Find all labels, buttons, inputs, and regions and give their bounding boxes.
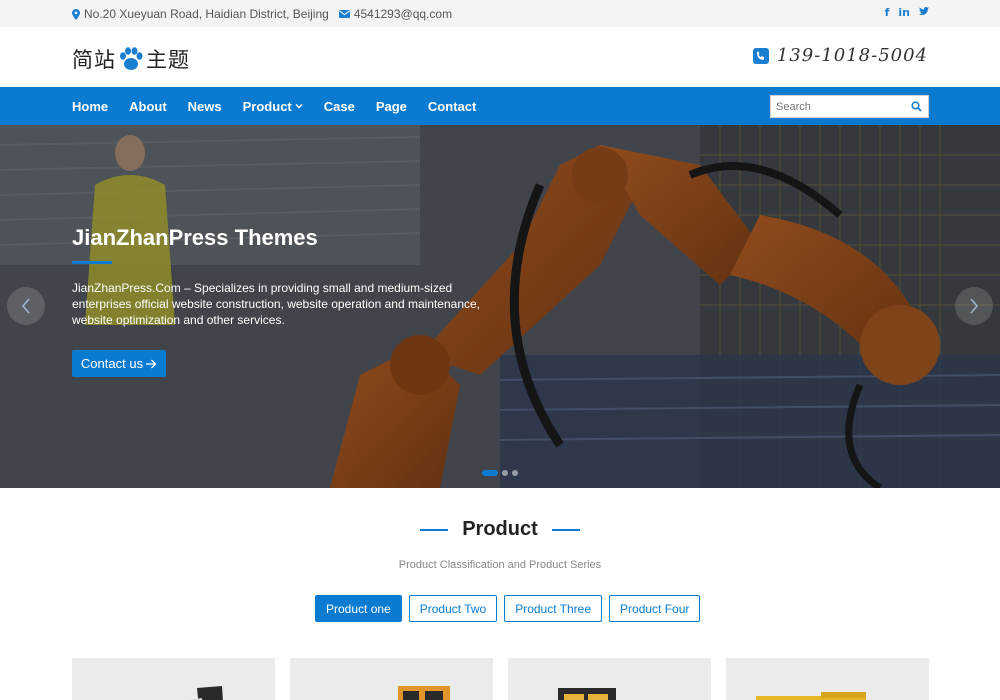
nav-item-about[interactable]: About [129,99,167,114]
top-bar: No.20 Xueyuan Road, Haidian District, Be… [0,0,1000,27]
heading-line-left [420,528,449,531]
nav-item-contact[interactable]: Contact [428,99,476,114]
nav-item-page[interactable]: Page [376,99,407,114]
address-item: No.20 Xueyuan Road, Haidian District, Be… [72,7,329,21]
logo-text-left: 简站 [72,48,116,72]
product-section-title: Product [462,518,538,540]
product-card[interactable] [72,658,275,700]
contact-us-button[interactable]: Contact us [72,350,166,377]
site-logo[interactable]: 简站 主题 [72,44,190,74]
facebook-icon[interactable]: f [885,6,890,19]
slider-next-button[interactable] [955,287,993,325]
logo-text-right: 主题 [146,48,190,72]
chevron-right-icon [970,298,979,314]
hero-slider: JianZhanPress Themes JianZhanPress.Com –… [0,125,1000,488]
product-grid [72,658,929,700]
contact-info: No.20 Xueyuan Road, Haidian District, Be… [72,7,452,21]
slider-prev-button[interactable] [7,287,45,325]
nav-item-case[interactable]: Case [324,99,355,114]
product-section-heading: Product [0,518,1000,541]
search-box [770,95,929,118]
nav-item-product[interactable]: Product [243,99,303,114]
heading-line-right [551,528,580,531]
hero-description: JianZhanPress.Com – Specializes in provi… [72,281,481,327]
nav-item-label: Page [375,98,407,114]
search-icon[interactable] [911,101,922,112]
phone-contact[interactable]: 139-1018-5004 [752,45,928,66]
envelope-icon [338,10,350,18]
paw-icon [120,47,143,70]
linkedin-icon[interactable]: in [898,6,910,19]
header: 简站 主题 139-1018-5004 [0,27,1000,87]
hero-title-underline [72,261,112,264]
slider-dot-3[interactable] [512,470,518,476]
product-image [756,692,866,700]
tab-product-one[interactable]: Product one [315,595,402,622]
search-input[interactable] [771,96,906,117]
product-image [558,688,616,700]
nav-item-home[interactable]: Home [72,99,108,114]
hero-title: JianZhanPress Themes [72,225,318,250]
chevron-left-icon [21,298,30,314]
slider-pagination [482,470,518,476]
slider-dot-2[interactable] [502,470,508,476]
nav-menu: Home About News Product Case Page Contac… [72,87,497,125]
contact-us-label: Contact us [80,356,144,371]
nav-item-label: Home [72,98,109,114]
tab-product-three[interactable]: Product Three [504,595,603,622]
social-links: f in [885,6,929,19]
nav-item-label: Case [323,98,355,114]
product-card[interactable] [726,658,929,700]
nav-item-label: Product [242,98,292,114]
product-image [188,686,223,700]
nav-item-news[interactable]: News [188,99,222,114]
product-card[interactable] [508,658,711,700]
product-card[interactable] [290,658,493,700]
chevron-down-icon [295,103,303,109]
map-pin-icon [72,8,80,20]
arrow-right-icon [146,359,157,368]
tab-product-two[interactable]: Product Two [408,595,498,622]
twitter-icon[interactable] [919,6,929,19]
product-section-subtitle: Product Classification and Product Serie… [398,559,602,571]
slider-dot-1[interactable] [482,470,498,476]
email-item[interactable]: 4541293@qq.com [338,7,453,21]
product-tabs: Product one Product Two Product Three Pr… [315,595,701,622]
nav-item-label: News [187,98,222,114]
nav-item-label: Contact [427,98,477,114]
phone-icon [752,47,769,64]
nav-item-label: About [129,98,167,114]
phone-number: 139-1018-5004 [776,45,928,66]
product-image [398,686,450,700]
tab-product-four[interactable]: Product Four [609,595,701,622]
email-text: 4541293@qq.com [353,7,453,21]
address-text: No.20 Xueyuan Road, Haidian District, Be… [84,7,329,21]
